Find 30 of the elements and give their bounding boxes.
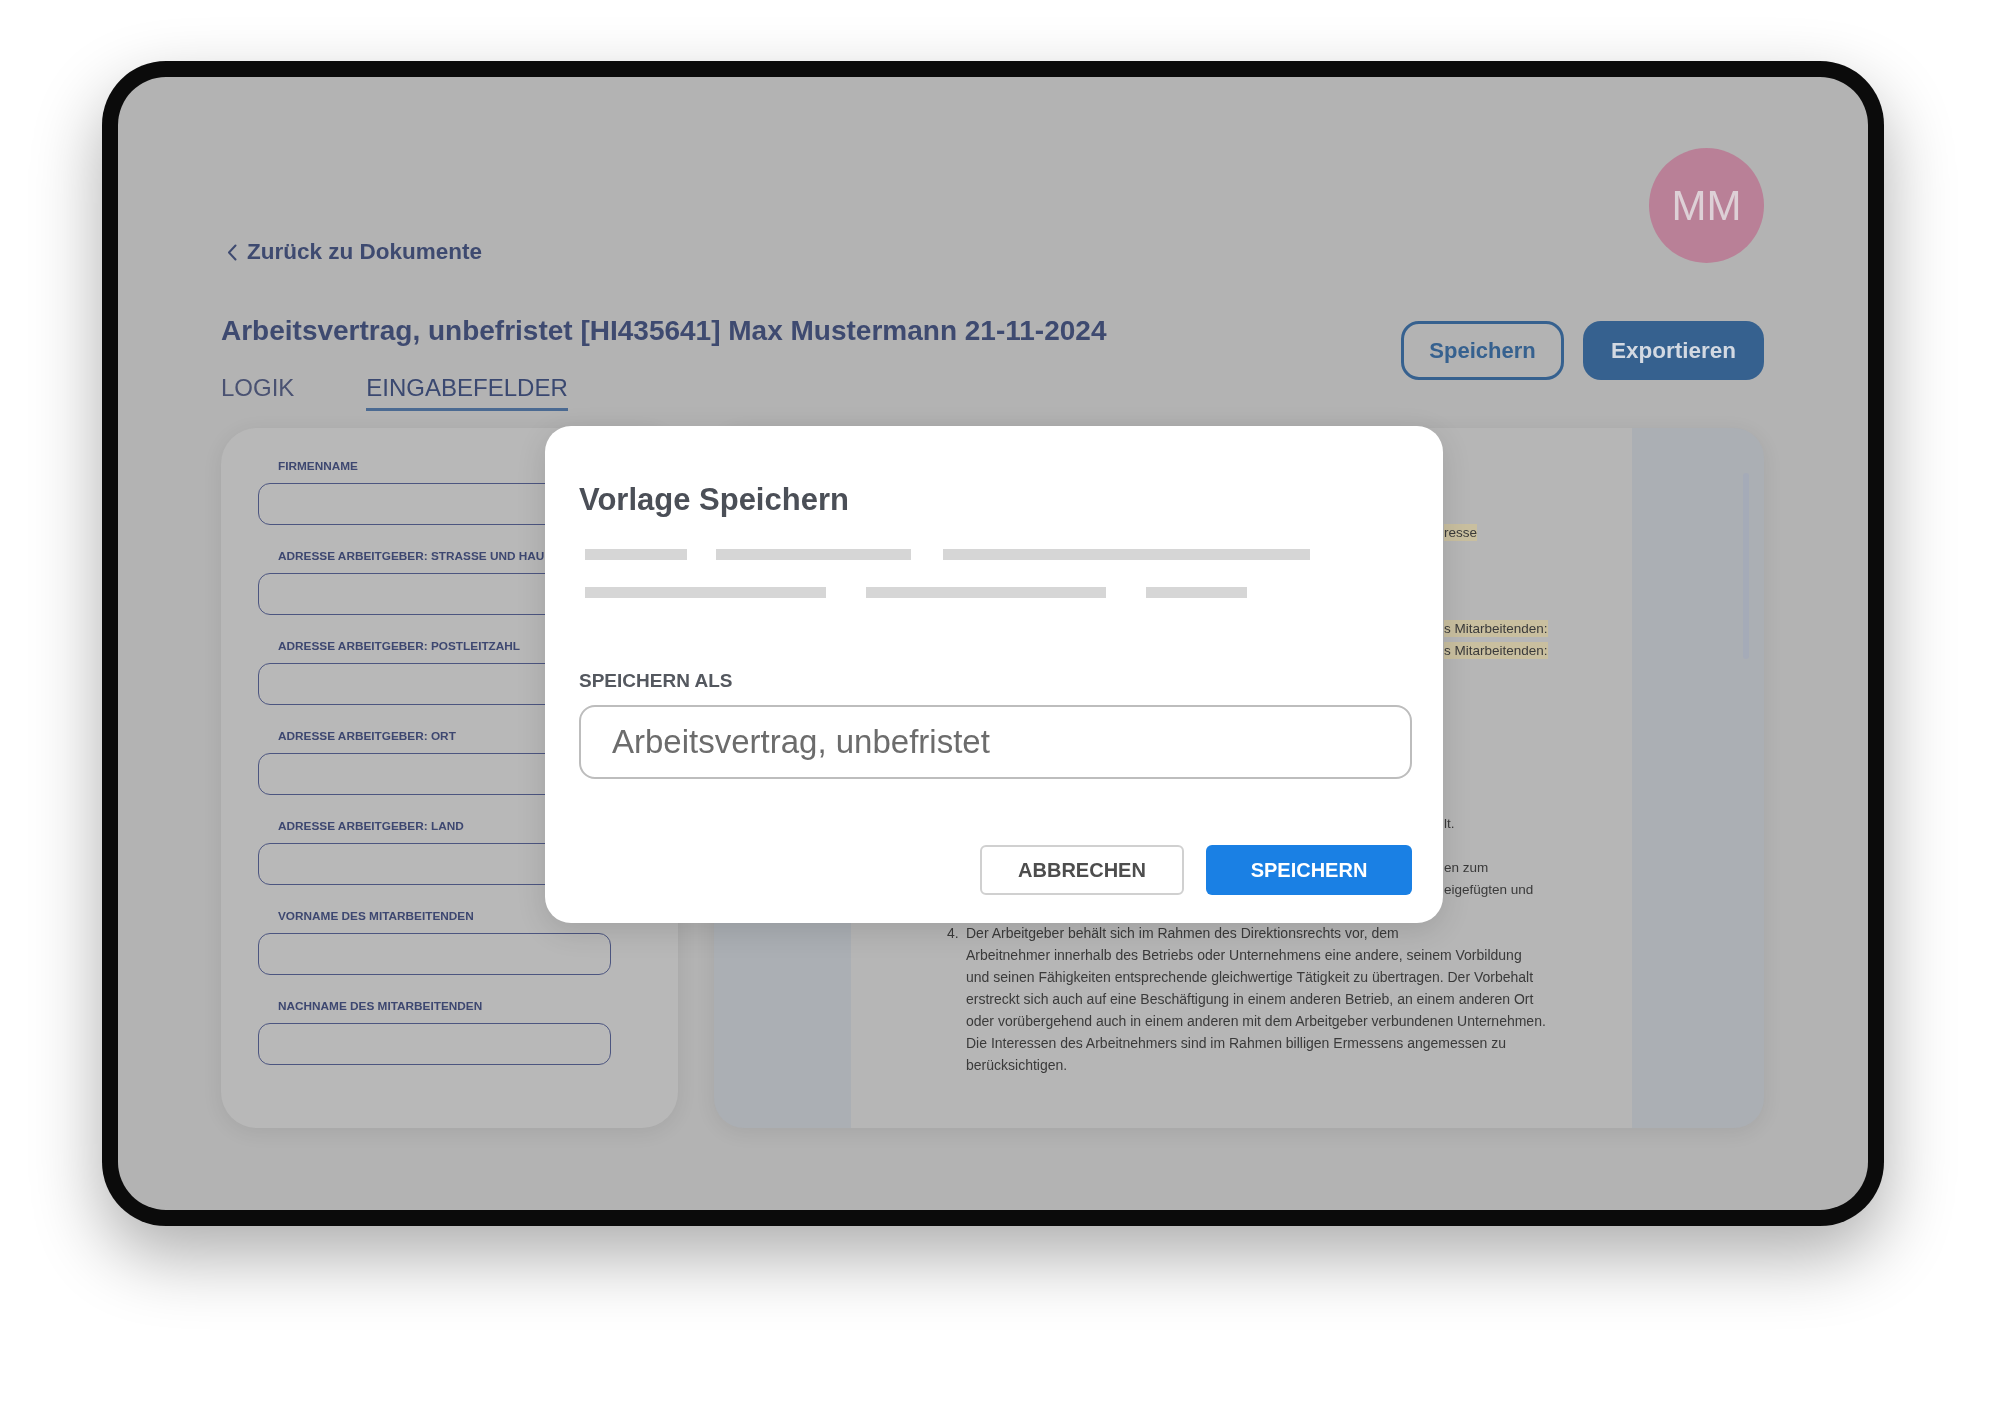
field-label: ADRESSE ARBEITGEBER: ORT	[278, 728, 456, 744]
document-title: Arbeitsvertrag, unbefristet [HI435641] Max Mustermann 21-11-2024	[221, 314, 1107, 348]
save-button[interactable]: SPEICHERN	[1206, 845, 1412, 895]
field-label: SPEICHERN ALS	[579, 670, 733, 692]
tab[interactable]: LOGIK	[221, 374, 295, 411]
document-paragraph: Der Arbeitgeber behält sich im Rahmen des Direktionsrechts vor, dem Arbeitnehmer innerhalb des Betriebs oder Unternehmens eine andere, seinem Vorbildung und seinen Fähigkeiten entsprechende gleichwertige Tätigkeit zu übertragen. Der Vorbehalt erstreckt sich auch auf eine Beschäftigung in einem anderen Betrieb, an einem anderen Ort oder vorübergehend auch in einem anderen mit dem Arbeitgeber verbundenen Unternehmen. Die Interessen des Arbeitnehmers sind im Rahmen billigen Ermessens angemessen zu berücksichtigen.	[966, 924, 1546, 1075]
field-label: ADRESSE ARBEITGEBER: POSTLEITZAHL	[278, 638, 521, 654]
field-label: NACHNAME DES MITARBEITENDEN	[278, 998, 483, 1014]
document-text: lt.	[1444, 814, 1455, 832]
document-text: en zum	[1444, 858, 1489, 876]
document-text: resse	[1444, 523, 1477, 541]
user-avatar[interactable]: MM	[1649, 148, 1764, 263]
document-text: eigefügten und	[1444, 880, 1534, 898]
tab[interactable]: EINGABEFELDER	[366, 374, 568, 411]
field-label: ADRESSE ARBEITGEBER: LAND	[278, 818, 464, 834]
chevron-left-icon	[227, 243, 237, 261]
document-text: s Mitarbeitenden:	[1444, 619, 1548, 637]
field-label: VORNAME DES MITARBEITENDEN	[278, 908, 474, 924]
input-field[interactable]	[258, 933, 611, 975]
list-number: 4.	[947, 924, 960, 943]
cancel-button[interactable]: ABBRECHEN	[980, 845, 1184, 895]
name-input[interactable]: Arbeitsvertrag, unbefristet	[579, 705, 1412, 779]
export-button[interactable]: Exportieren	[1583, 321, 1764, 380]
back-link[interactable]: Zurück zu Dokumente	[227, 238, 483, 266]
field-label: ADRESSE ARBEITGEBER: STRASSE UND HAU	[278, 548, 545, 564]
save-button[interactable]: Speichern	[1401, 321, 1564, 380]
document-text: s Mitarbeitenden:	[1444, 641, 1548, 659]
field-label: FIRMENNAME	[278, 458, 358, 474]
dialog-title: Vorlage Speichern	[579, 481, 850, 519]
input-field[interactable]	[258, 1023, 611, 1065]
